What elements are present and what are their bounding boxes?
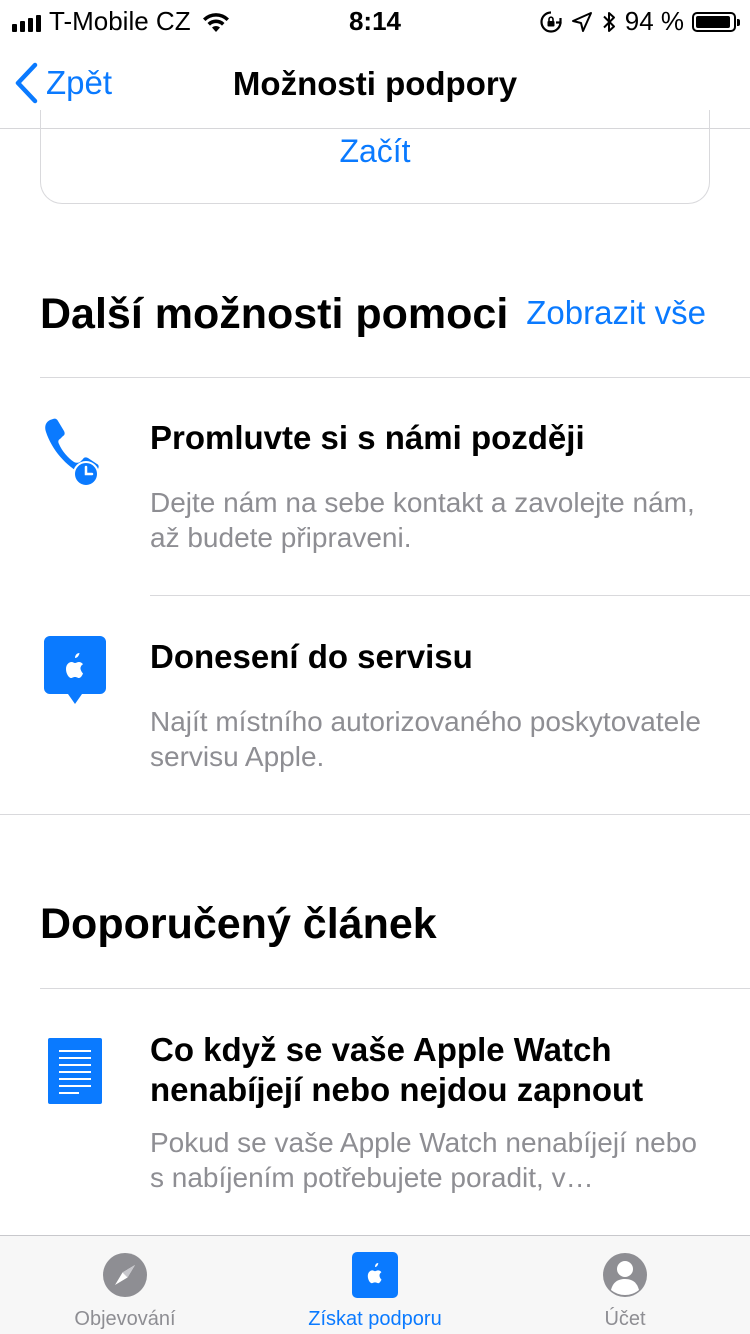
location-arrow-icon — [571, 11, 592, 32]
battery-percent: 94 % — [624, 6, 684, 36]
screen: T-Mobile CZ 8:14 94 % Zpět Možnosti podp… — [0, 0, 750, 1334]
tab-bar: Objevování Získat podporu Účet — [0, 1235, 750, 1334]
tab-get-support[interactable]: Získat podporu — [250, 1236, 500, 1334]
section-divider — [40, 377, 750, 378]
list-item-description: Najít místního autorizovaného poskytovat… — [150, 706, 701, 772]
start-link[interactable]: Začít — [0, 133, 750, 170]
person-icon — [603, 1253, 647, 1297]
apple-store-pin-icon — [44, 636, 106, 704]
apple-support-icon — [352, 1252, 398, 1298]
compass-icon — [103, 1253, 147, 1297]
page-title: Možnosti podpory — [232, 65, 518, 102]
tab-label: Získat podporu — [308, 1308, 442, 1330]
tab-label: Účet — [604, 1308, 646, 1330]
more-help-title: Další možnosti pomoci — [40, 290, 509, 338]
document-icon — [48, 1038, 102, 1104]
list-item-title: Co když se vaše Apple Watch nenabíjejí n… — [150, 1031, 644, 1108]
rotation-lock-icon — [540, 10, 562, 33]
list-item-title: Donesení do servisu — [150, 638, 473, 675]
tab-account[interactable]: Účet — [500, 1236, 750, 1334]
list-item-title: Promluvte si s námi později — [150, 419, 585, 456]
section-divider — [0, 814, 750, 815]
phone-clock-icon — [45, 418, 99, 487]
list-item-description: Pokud se vaše Apple Watch nenabíjejí neb… — [150, 1127, 697, 1193]
tab-label: Objevování — [74, 1308, 176, 1330]
tab-discover[interactable]: Objevování — [0, 1236, 250, 1334]
section-divider — [40, 988, 750, 989]
see-all-link[interactable]: Zobrazit vše — [526, 294, 706, 332]
list-item-description: Dejte nám na sebe kontakt a zavolejte ná… — [150, 487, 695, 553]
recommended-title: Doporučený článek — [40, 900, 437, 948]
status-bar: T-Mobile CZ 8:14 94 % — [0, 0, 750, 40]
item-divider — [150, 595, 750, 596]
status-right: 94 % — [539, 6, 740, 37]
battery-icon — [692, 11, 740, 32]
bluetooth-icon — [603, 11, 615, 32]
